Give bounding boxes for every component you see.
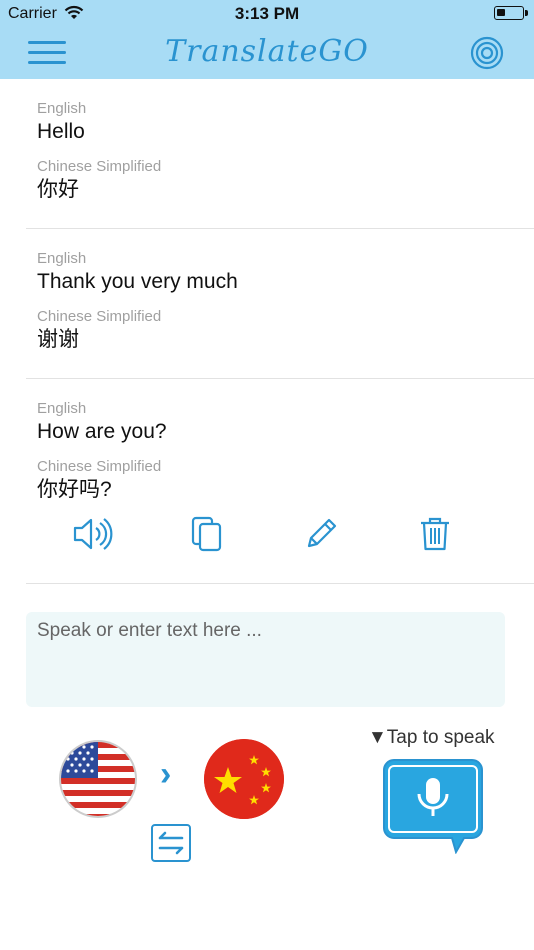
target-text: 谢谢 [37, 328, 79, 351]
speaker-icon[interactable] [70, 512, 116, 556]
tap-to-speak-hint: ▼Tap to speak [368, 727, 495, 748]
source-language-label: English [37, 100, 87, 117]
target-text: 你好吗? [37, 478, 112, 501]
swap-icon[interactable] [151, 824, 191, 862]
target-language-flag-cn[interactable] [204, 739, 284, 819]
speak-or-enter-text-input[interactable] [37, 620, 494, 699]
translation-history: English Hello Chinese Simplified 你好 Engl… [0, 79, 534, 584]
entry-actions [26, 504, 534, 574]
target-text: 你好 [37, 178, 79, 201]
source-text: Thank you very much [37, 270, 238, 293]
microphone-icon[interactable] [382, 758, 484, 855]
battery-icon [494, 6, 528, 20]
source-language-flag-us[interactable] [58, 739, 138, 819]
pencil-icon[interactable] [298, 512, 344, 556]
translation-entry[interactable]: English Hello Chinese Simplified 你好 [26, 79, 534, 229]
trash-icon[interactable] [412, 512, 458, 556]
source-language-label: English [37, 250, 87, 267]
translation-entry[interactable]: English Thank you very much Chinese Simp… [26, 229, 534, 379]
source-language-label: English [37, 400, 87, 417]
text-input-area[interactable] [26, 612, 505, 707]
app-title: TranslateGO [165, 34, 369, 69]
source-text: Hello [37, 120, 85, 143]
target-language-label: Chinese Simplified [37, 308, 162, 325]
translation-entry-selected[interactable]: English How are you? Chinese Simplified … [26, 379, 534, 584]
status-bar: Carrier 3:13 PM [0, 0, 534, 28]
source-text: How are you? [37, 420, 167, 443]
nav-bar: TranslateGO [0, 28, 534, 79]
target-language-label: Chinese Simplified [37, 158, 162, 175]
target-icon[interactable] [470, 36, 504, 70]
clock: 3:13 PM [234, 4, 300, 23]
target-language-label: Chinese Simplified [37, 458, 162, 475]
copy-icon[interactable] [184, 512, 230, 556]
chevron-right-icon: › [160, 755, 172, 793]
